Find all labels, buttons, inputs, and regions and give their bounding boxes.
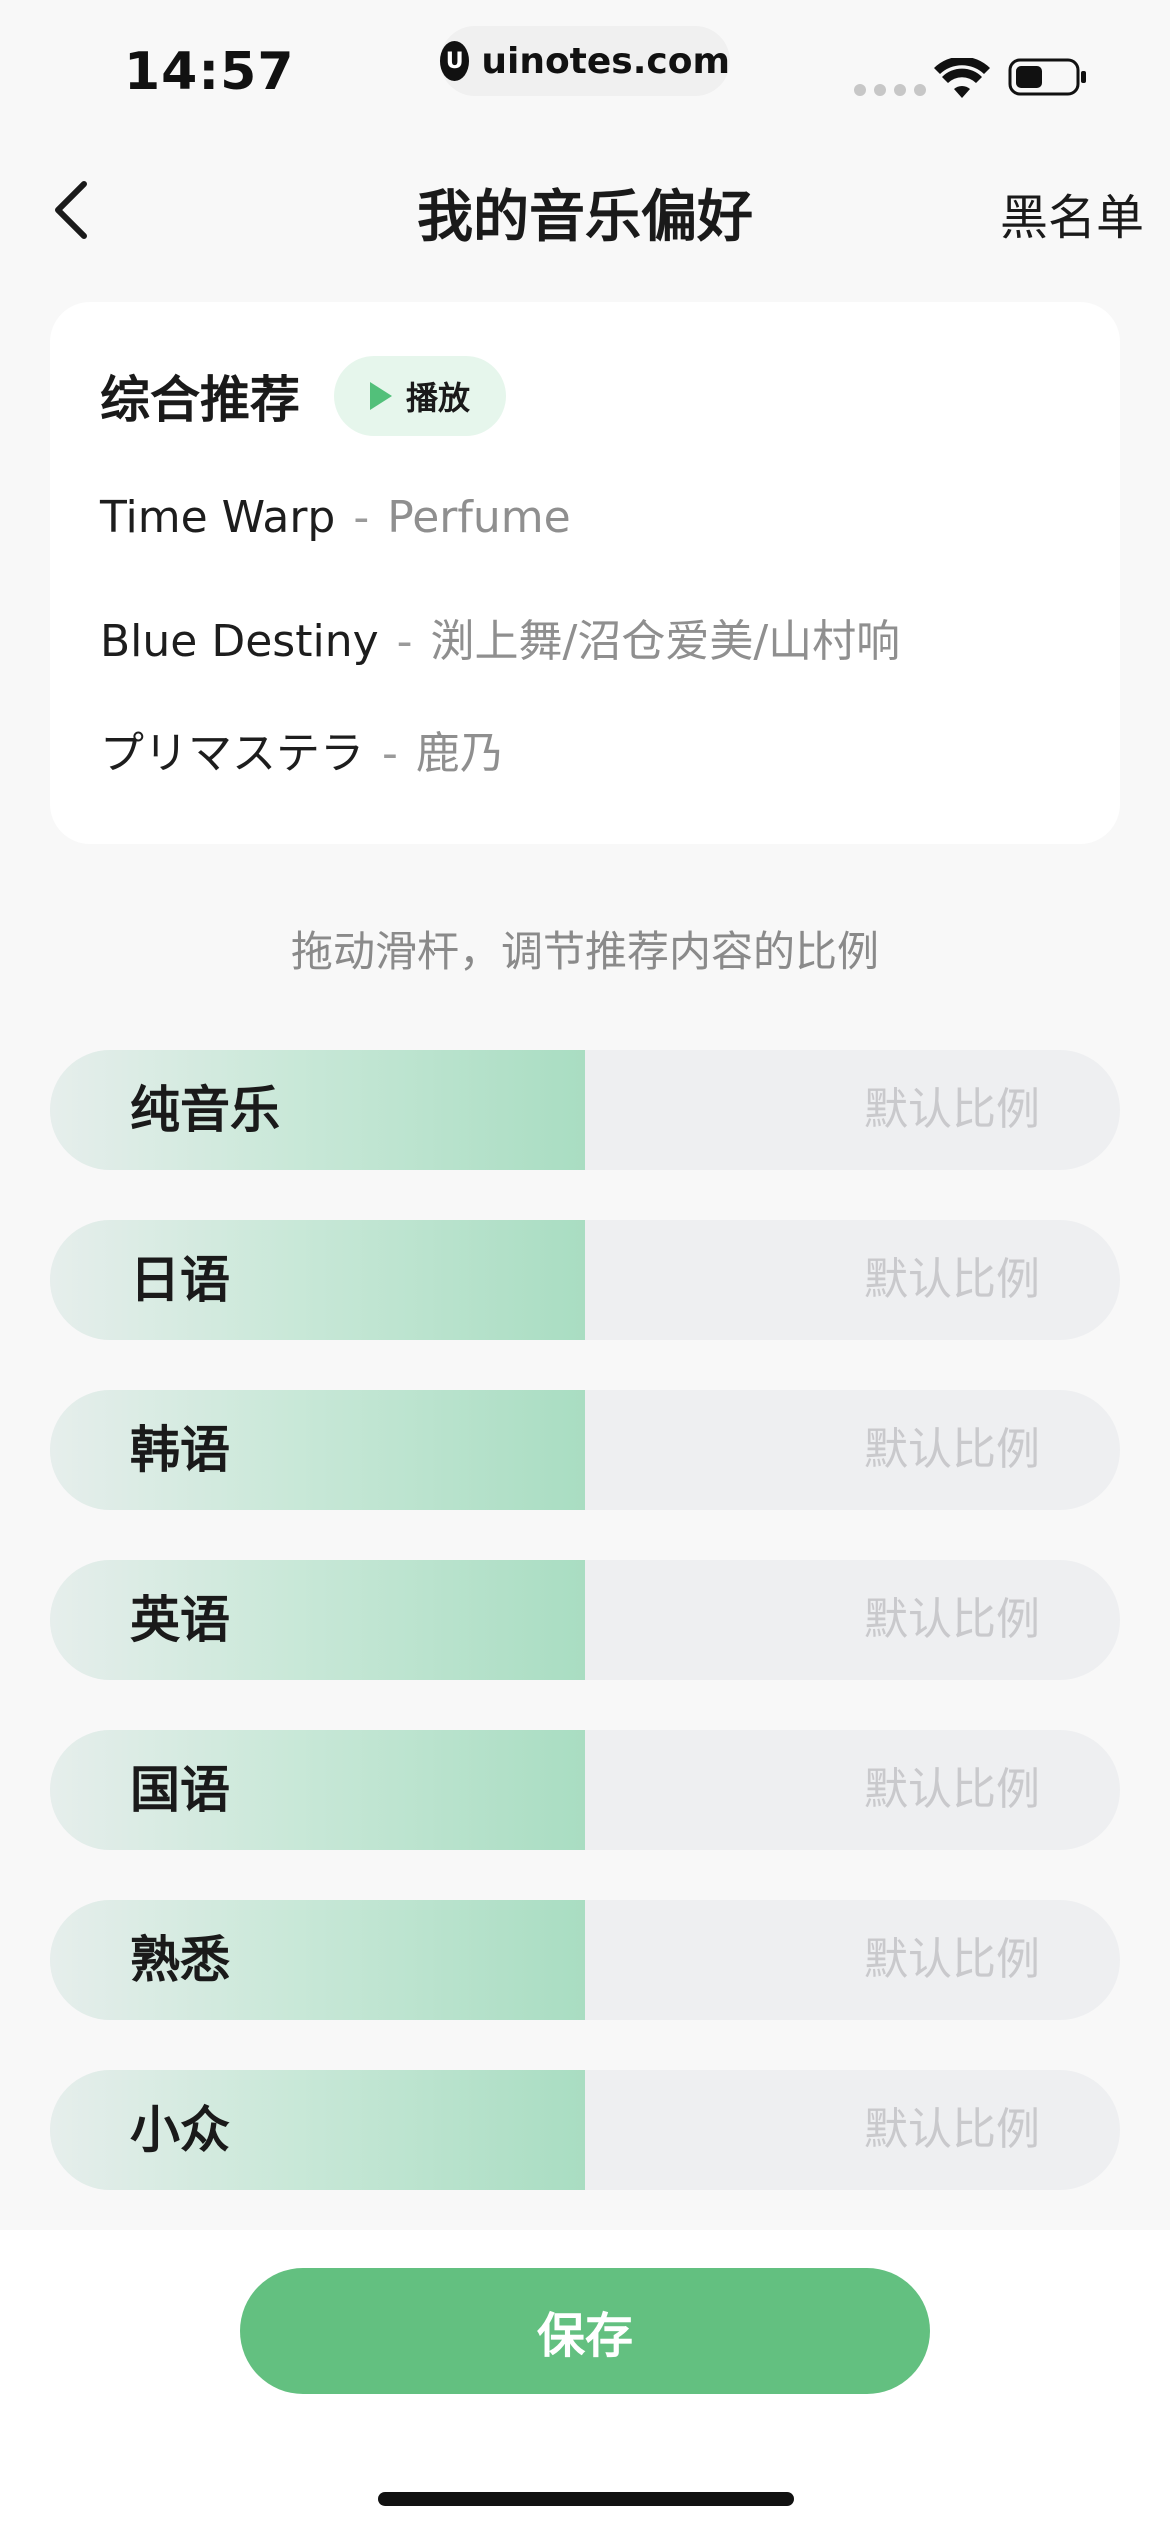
song-artist: 渕上舞/沼仓爱美/山村响: [430, 616, 901, 667]
song-title: Blue Destiny: [100, 616, 379, 667]
url-pill[interactable]: U uinotes.com: [440, 26, 730, 96]
slider-label: 日语: [130, 1251, 230, 1309]
song-item[interactable]: Blue Destiny - 渕上舞/沼仓爱美/山村响: [100, 605, 900, 669]
slider-niche[interactable]: 小众 默认比例: [50, 2070, 1120, 2190]
nav-bar: 我的音乐偏好 黑名单: [0, 150, 1170, 270]
slider-value-label: 默认比例: [864, 1254, 1040, 1305]
song-separator: -: [382, 728, 398, 779]
site-logo-icon: U: [440, 41, 470, 81]
bottom-bar: 保存: [0, 2230, 1170, 2532]
recommendation-title: 综合推荐: [100, 371, 300, 429]
song-item[interactable]: Time Warp - Perfume: [100, 492, 571, 543]
slider-familiar[interactable]: 熟悉 默认比例: [50, 1900, 1120, 2020]
play-label: 播放: [405, 379, 470, 417]
slider-value-label: 默认比例: [864, 1424, 1040, 1475]
song-artist: Perfume: [387, 492, 571, 543]
song-artist: 鹿乃: [415, 728, 504, 779]
url-text: uinotes.com: [481, 40, 730, 82]
slider-label: 纯音乐: [130, 1081, 280, 1139]
slider-value-label: 默认比例: [864, 2104, 1040, 2155]
slider-value-label: 默认比例: [864, 1084, 1040, 1135]
song-separator: -: [396, 616, 413, 667]
slider-japanese[interactable]: 日语 默认比例: [50, 1220, 1120, 1340]
blacklist-button[interactable]: 黑名单: [1000, 178, 1144, 248]
slider-value-label: 默认比例: [864, 1594, 1040, 1645]
slider-mandarin[interactable]: 国语 默认比例: [50, 1730, 1120, 1850]
song-item[interactable]: プリマステラ - 鹿乃: [100, 717, 504, 781]
slider-instrumental[interactable]: 纯音乐 默认比例: [50, 1050, 1120, 1170]
song-title: プリマステラ: [100, 728, 364, 779]
song-separator: -: [353, 492, 370, 543]
song-title: Time Warp: [100, 492, 336, 543]
page-title: 我的音乐偏好: [417, 185, 753, 250]
battery-icon: [1008, 58, 1086, 96]
home-indicator: [378, 2492, 794, 2506]
slider-english[interactable]: 英语 默认比例: [50, 1560, 1120, 1680]
slider-korean[interactable]: 韩语 默认比例: [50, 1390, 1120, 1510]
cellular-signal-icon: [854, 84, 926, 96]
slider-label: 国语: [130, 1761, 230, 1819]
slider-label: 小众: [130, 2101, 230, 2159]
play-button[interactable]: 播放: [334, 356, 506, 436]
wifi-icon: [934, 58, 990, 98]
slider-hint-text: 拖动滑杆，调节推荐内容的比例: [290, 927, 879, 976]
slider-label: 韩语: [130, 1421, 230, 1479]
status-time: 14:57: [124, 42, 295, 102]
recommendation-card: 综合推荐 播放 Time Warp - Perfume Blue Destiny - 渕…: [50, 302, 1120, 844]
slider-label: 熟悉: [130, 1931, 230, 1989]
slider-label: 英语: [130, 1591, 230, 1649]
slider-value-label: 默认比例: [864, 1764, 1040, 1815]
slider-value-label: 默认比例: [864, 1934, 1040, 1985]
status-bar: 14:57 U uinotes.com: [0, 0, 1170, 140]
save-button[interactable]: 保存: [240, 2268, 930, 2394]
play-icon: [369, 382, 392, 410]
